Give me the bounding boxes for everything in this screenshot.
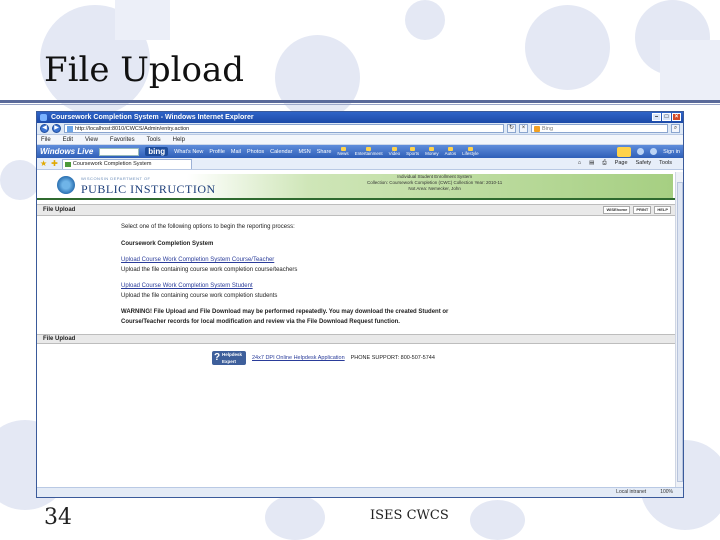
menu-view[interactable]: View	[85, 137, 98, 143]
slide-number: 34	[44, 505, 72, 530]
toolbar-search-input[interactable]	[99, 147, 140, 156]
window-title: Coursework Completion System - Windows I…	[51, 114, 254, 121]
toolbar-share[interactable]: Share	[317, 149, 332, 155]
helpdesk-info: Helpdesk Expert 24x7 DPI Online Helpdesk…	[212, 351, 435, 365]
zoom-level[interactable]: 100%	[660, 488, 673, 497]
settings-icon[interactable]	[650, 148, 658, 155]
back-button[interactable]: ◀	[40, 124, 49, 133]
sign-in-link[interactable]: Sign in	[663, 149, 680, 155]
warning-text-line2: Course/Teacher records for local modific…	[121, 318, 400, 325]
command-safety[interactable]: Safety	[636, 160, 652, 167]
slide-title: File Upload	[44, 50, 245, 90]
home-icon[interactable]: ⌂	[578, 160, 581, 167]
toolbar-msn[interactable]: MSN	[298, 149, 310, 155]
toolbar-photos[interactable]: Photos	[247, 149, 264, 155]
intro-text: Select one of the following options to b…	[121, 224, 295, 230]
security-zone: Local intranet	[616, 489, 647, 495]
section-header-file-upload: File Upload WISEhome PRINT HELP	[37, 204, 683, 216]
toolbar-news[interactable]: News	[337, 147, 349, 156]
minimize-button[interactable]: –	[652, 113, 661, 121]
page-content: WISCONSIN DEPARTMENT OF PUBLIC INSTRUCTI…	[37, 172, 683, 487]
browser-window: Coursework Completion System - Windows I…	[36, 111, 684, 498]
toolbar-whats-new[interactable]: What's New	[174, 149, 203, 155]
toolbar-calendar[interactable]: Calendar	[270, 149, 292, 155]
tab-coursework[interactable]: Coursework Completion System	[61, 158, 192, 169]
toolbar-mail[interactable]: Mail	[231, 149, 241, 155]
section-title: File Upload	[43, 207, 76, 213]
print-page-icon[interactable]: PRINT	[633, 206, 652, 214]
menu-tools[interactable]: Tools	[147, 137, 161, 143]
menu-file[interactable]: File	[41, 137, 51, 143]
menu-edit[interactable]: Edit	[63, 137, 73, 143]
toolbar-sports[interactable]: Sports	[406, 147, 419, 156]
system-info-line: Not Area: Nemecker, John	[408, 186, 461, 191]
command-page[interactable]: Page	[615, 160, 628, 167]
windows-live-toolbar: Windows Live bing What's New Profile Mai…	[37, 145, 683, 158]
windows-live-logo: Windows Live	[40, 147, 94, 156]
help-icon[interactable]: HELP	[654, 206, 671, 214]
system-info: Individual Student Enrollment System Col…	[367, 174, 502, 192]
helpdesk-link[interactable]: 24x7 DPI Online Helpdesk Application	[252, 355, 345, 361]
ie-app-icon	[40, 114, 47, 121]
title-divider-thin	[0, 104, 720, 105]
browser-search-input[interactable]: Bing	[531, 124, 668, 133]
status-bar: Local intranet 100%	[37, 487, 683, 497]
stop-icon[interactable]: ×	[519, 124, 528, 133]
wisehome-icon[interactable]: WISEhome	[603, 206, 631, 214]
menu-help[interactable]: Help	[173, 137, 185, 143]
address-bar: ◀ ▶ http://localhost:8010/CWCS/Admin/ent…	[37, 123, 683, 135]
upload-options: Select one of the following options to b…	[37, 216, 683, 326]
url-input[interactable]: http://localhost:8010/CWCS/Admin/entry.a…	[64, 124, 504, 133]
browser-title-bar: Coursework Completion System - Windows I…	[37, 112, 683, 123]
bing-button[interactable]: bing	[145, 147, 169, 156]
org-name: PUBLIC INSTRUCTION	[81, 182, 216, 196]
toolbar-profile[interactable]: Profile	[209, 149, 225, 155]
options-heading: Coursework Completion System	[121, 240, 214, 247]
toolbar-lifestyle[interactable]: Lifestyle	[462, 147, 479, 156]
warning-text-line1: WARNING! File Upload and File Download m…	[121, 309, 449, 315]
helpdesk-expert-logo: Helpdesk Expert	[212, 351, 246, 365]
add-favorite-icon[interactable]: ✚	[51, 159, 58, 168]
forward-button[interactable]: ▶	[52, 124, 61, 133]
toolbar-autos[interactable]: Autos	[445, 147, 456, 156]
slide-footer: ISES CWCS	[370, 508, 449, 523]
upload-course-teacher-link[interactable]: Upload Course Work Completion System Cou…	[121, 257, 274, 263]
menu-favorites[interactable]: Favorites	[110, 137, 135, 143]
toolbar-entertainment[interactable]: Entertainment	[355, 147, 383, 156]
upload-student-link[interactable]: Upload Course Work Completion System Stu…	[121, 283, 253, 289]
toolbar-money[interactable]: Money	[425, 147, 439, 156]
maximize-button[interactable]: □	[662, 113, 671, 121]
menu-bar: File Edit View Favorites Tools Help	[37, 135, 683, 145]
title-divider	[0, 100, 720, 103]
toolbar-video[interactable]: Video	[389, 147, 400, 156]
dpi-logo-icon	[57, 176, 75, 194]
favorites-star-icon[interactable]: ★	[40, 159, 47, 168]
phone-support: PHONE SUPPORT: 800-507-5744	[350, 355, 435, 361]
refresh-icon[interactable]: ↻	[507, 124, 516, 133]
tab-bar: ★ ✚ Coursework Completion System ⌂ ▤ ⎙ P…	[37, 158, 683, 170]
search-icon[interactable]: ⌕	[671, 124, 680, 133]
org-subtitle: WISCONSIN DEPARTMENT OF	[81, 176, 151, 181]
command-tools[interactable]: Tools	[659, 160, 672, 167]
vertical-scrollbar[interactable]	[675, 172, 683, 487]
messenger-icon[interactable]	[637, 148, 645, 155]
feeds-icon[interactable]: ▤	[589, 160, 594, 167]
section-footer-file-upload: File Upload	[37, 334, 683, 344]
close-button[interactable]: ×	[672, 113, 681, 121]
dpi-header: WISCONSIN DEPARTMENT OF PUBLIC INSTRUCTI…	[37, 172, 683, 200]
print-icon[interactable]: ⎙	[602, 160, 606, 167]
option1-description: Upload the file containing course work c…	[121, 266, 298, 273]
option2-description: Upload the file containing course work c…	[121, 292, 278, 299]
section-title: File Upload	[43, 336, 76, 342]
weather-icon[interactable]	[617, 146, 632, 157]
